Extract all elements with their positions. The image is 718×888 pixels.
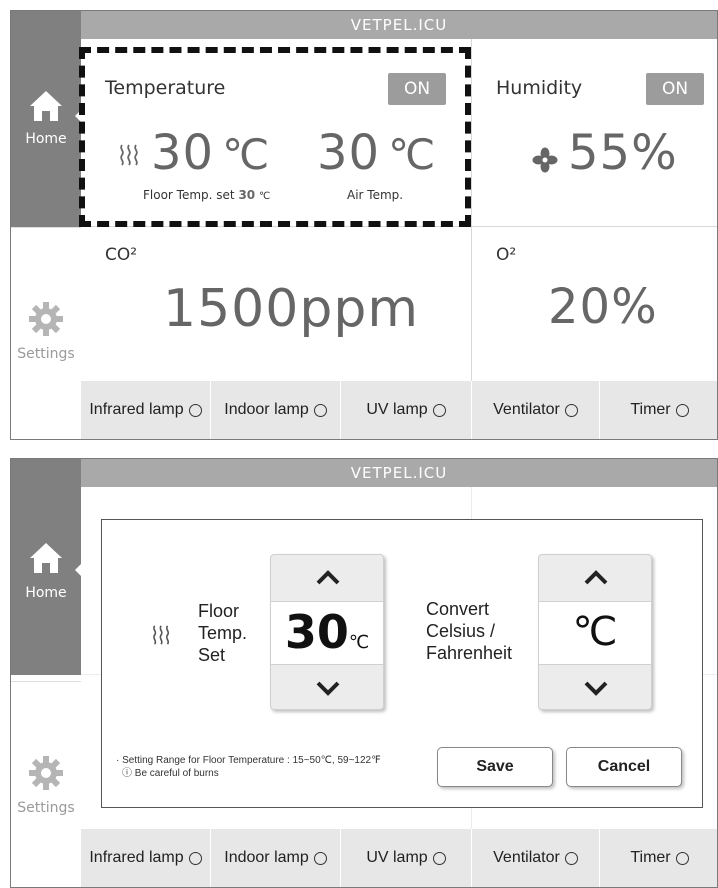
label-line: Floor [198, 601, 240, 621]
note-line: · Setting Range for Floor Temperature : … [116, 755, 381, 766]
unit-display: ℃ [539, 601, 651, 665]
sidebar-item-settings[interactable]: Settings [11, 227, 81, 439]
humidity-toggle-button[interactable]: ON [646, 73, 704, 105]
card-title: O² [496, 245, 517, 265]
save-button[interactable]: Save [437, 747, 553, 787]
label-line: Temp. [198, 623, 248, 643]
toggle-label: Ventilator [493, 849, 560, 866]
app-title-bar: VETPEL.ICU [81, 11, 717, 39]
radio-circle-icon [564, 851, 578, 865]
label-line: Fahrenheit [426, 643, 513, 663]
floor-temp-number: 30 [284, 605, 349, 659]
radio-circle-icon [313, 851, 327, 865]
toggle-label: Indoor lamp [224, 401, 309, 418]
card-title: CO² [105, 245, 138, 265]
toggle-label: Indoor lamp [224, 849, 309, 866]
home-icon [30, 91, 62, 121]
burn-warning: ⓘ Be careful of burns [122, 768, 219, 779]
chevron-down-icon[interactable] [583, 679, 609, 697]
label-line: Convert [426, 599, 490, 619]
toggle-label: Infrared lamp [89, 849, 184, 866]
fan-icon [532, 147, 558, 173]
sidebar-item-label: Home [25, 585, 67, 601]
toggle-label: Timer [630, 401, 671, 418]
radio-circle-icon [432, 851, 446, 865]
sidebar: Home Settings [11, 11, 82, 439]
toggle-label: UV lamp [366, 849, 428, 866]
chevron-up-icon[interactable] [583, 569, 609, 587]
uv-lamp-toggle[interactable]: UV lamp [341, 829, 472, 887]
o2-card: O² 20% [472, 227, 717, 384]
infrared-lamp-toggle[interactable]: Infrared lamp [81, 381, 211, 439]
radio-circle-icon [675, 403, 689, 417]
chevron-up-icon[interactable] [315, 569, 341, 587]
temperature-range-note: · Setting Range for Floor Temperature : … [116, 754, 381, 780]
cancel-button[interactable]: Cancel [566, 747, 682, 787]
toggle-label: Timer [630, 849, 671, 866]
radio-circle-icon [188, 403, 202, 417]
humidity-value: 55% [568, 125, 678, 181]
sidebar-item-label: Home [25, 131, 67, 147]
gear-icon [29, 302, 63, 336]
sidebar-item-label: Settings [17, 800, 75, 816]
temperature-settings-screen: VETPEL.ICU Home Settings Floor Temp. Set… [10, 458, 718, 888]
device-toggle-bar: Infrared lamp Indoor lamp UV lamp Ventil… [81, 381, 717, 439]
app-title: VETPEL.ICU [350, 16, 448, 34]
toggle-label: UV lamp [366, 401, 428, 418]
app-title-bar: VETPEL.ICU [81, 459, 717, 487]
floor-temp-set-label: Floor Temp. Set [198, 600, 247, 666]
card-title: Humidity [496, 77, 583, 99]
toggle-label: Ventilator [493, 401, 560, 418]
indoor-lamp-toggle[interactable]: Indoor lamp [211, 829, 341, 887]
floor-temp-dialog: Floor Temp. Set 30℃ Convert Celsius / Fa… [101, 519, 703, 808]
radio-circle-icon [188, 851, 202, 865]
timer-toggle[interactable]: Timer [600, 381, 717, 439]
home-icon [30, 543, 62, 573]
humidity-card[interactable]: Humidity ON 55% [472, 39, 717, 227]
radio-circle-icon [675, 851, 689, 865]
uv-lamp-toggle[interactable]: UV lamp [341, 381, 472, 439]
device-toggle-bar: Infrared lamp Indoor lamp UV lamp Ventil… [81, 829, 717, 887]
gear-icon [29, 756, 63, 790]
unit-stepper: ℃ [538, 554, 652, 710]
sidebar-item-home[interactable]: Home [11, 459, 82, 675]
app-title: VETPEL.ICU [350, 464, 448, 482]
timer-toggle[interactable]: Timer [600, 829, 717, 887]
floor-temp-display: 30℃ [271, 601, 383, 665]
sidebar: Home Settings [11, 459, 82, 887]
floor-temp-unit: ℃ [348, 632, 370, 653]
temperature-highlight-frame [79, 47, 471, 227]
co2-value: 1500ppm [163, 279, 420, 339]
sidebar-item-label: Settings [17, 346, 75, 362]
radio-circle-icon [432, 403, 446, 417]
sidebar-item-settings[interactable]: Settings [11, 681, 81, 887]
indoor-lamp-toggle[interactable]: Indoor lamp [211, 381, 341, 439]
infrared-lamp-toggle[interactable]: Infrared lamp [81, 829, 211, 887]
convert-unit-label: Convert Celsius / Fahrenheit [426, 598, 512, 664]
label-line: Set [198, 645, 226, 665]
co2-card: CO² 1500ppm [81, 227, 472, 384]
ventilator-toggle[interactable]: Ventilator [472, 829, 600, 887]
radio-circle-icon [313, 403, 327, 417]
o2-value: 20% [548, 279, 658, 335]
unit-symbol: ℃ [572, 609, 618, 655]
radio-circle-icon [564, 403, 578, 417]
label-line: Celsius / [426, 621, 496, 641]
ventilator-toggle[interactable]: Ventilator [472, 381, 600, 439]
toggle-label: Infrared lamp [89, 401, 184, 418]
floor-temp-stepper: 30℃ [270, 554, 384, 710]
heat-wave-icon [153, 625, 170, 645]
home-screen: VETPEL.ICU Home Settings Temperature ON … [10, 10, 718, 440]
chevron-down-icon[interactable] [315, 679, 341, 697]
sidebar-item-home[interactable]: Home [11, 11, 82, 227]
